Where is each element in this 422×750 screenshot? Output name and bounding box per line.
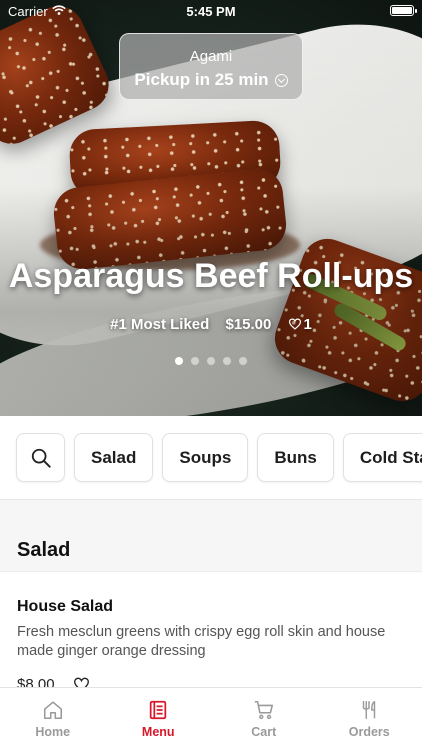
pickup-eta-label: Pickup in 25 min (134, 70, 269, 89)
carousel-dot[interactable] (175, 357, 183, 365)
carousel-dot[interactable] (191, 357, 199, 365)
category-cold-starters-button[interactable]: Cold Star (342, 433, 422, 482)
home-icon (43, 701, 62, 720)
carousel-dot[interactable] (239, 357, 247, 365)
menu-item-name: House Salad (17, 598, 114, 615)
carousel-dot[interactable] (207, 357, 215, 365)
menu-item-card[interactable]: House Salad Fresh mesclun greens with cr… (0, 571, 422, 693)
heart-icon (288, 318, 301, 330)
tab-cart-label: Cart (251, 725, 277, 739)
store-name: Agami (189, 48, 233, 65)
category-buns-button[interactable]: Buns (257, 433, 334, 482)
section-title: Salad (17, 539, 71, 561)
category-soups-button[interactable]: Soups (162, 433, 249, 482)
pickup-eta: Pickup in 25 min (134, 70, 288, 90)
menu-list-icon (150, 700, 167, 720)
pickup-selector-button[interactable]: Agami Pickup in 25 min (119, 33, 303, 100)
status-bar: Carrier 5:45 PM (0, 0, 422, 22)
fork-knife-icon (363, 701, 376, 719)
featured-item-title: Asparagus Beef Roll-ups (8, 257, 414, 295)
carousel-page-indicator[interactable] (0, 357, 422, 365)
carousel-dot[interactable] (223, 357, 231, 365)
category-salad-button[interactable]: Salad (74, 433, 154, 482)
tab-cart[interactable]: Cart (211, 688, 317, 750)
category-bar: Salad Soups Buns Cold Star (0, 416, 422, 500)
featured-likes: 1 (288, 316, 312, 333)
category-scroller[interactable]: Salad Soups Buns Cold Star (16, 433, 422, 482)
featured-item-meta: #1 Most Liked $15.00 1 (0, 316, 422, 333)
menu-item-description: Fresh mesclun greens with crispy egg rol… (17, 624, 386, 659)
tab-home[interactable]: Home (0, 688, 106, 750)
tab-bar: Home Menu Cart Orders (0, 687, 422, 750)
battery-icon (390, 5, 417, 16)
featured-badge: #1 Most Liked (110, 316, 210, 333)
featured-like-count: 1 (303, 316, 312, 333)
tab-orders[interactable]: Orders (317, 688, 422, 750)
chevron-down-circle-icon (274, 73, 288, 87)
tab-menu[interactable]: Menu (106, 688, 212, 750)
cart-icon (254, 700, 273, 720)
featured-price: $15.00 (225, 316, 272, 333)
tab-menu-label: Menu (141, 725, 175, 739)
search-button[interactable] (16, 433, 65, 482)
tab-home-label: Home (35, 725, 71, 739)
search-icon (31, 448, 51, 468)
clock: 5:45 PM (186, 4, 236, 19)
tab-orders-label: Orders (348, 725, 390, 739)
